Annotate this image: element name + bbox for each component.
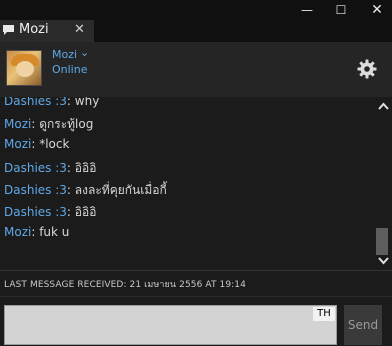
message: Mozi: ดูกระทู้log [4,115,93,134]
message-separator: : [31,137,40,151]
maximize-button[interactable]: ☐ [330,2,352,18]
avatar-face [16,61,34,77]
message: Mozi: *lock [4,137,69,151]
message: Dashies :3: อิอิอิ [4,159,96,178]
message-separator: : [66,205,75,219]
message: Dashies :3: ลงละที่คุยกันเมื่อกี้ [4,181,167,200]
message-author: Mozi [4,137,32,151]
minimize-button[interactable]: — [296,2,318,18]
message-text: fuk u [39,225,70,239]
tab-mozi[interactable]: Mozi ✕ [0,20,94,42]
message-author: Mozi [4,117,32,131]
title-bar: — ☐ ✕ [0,0,392,20]
tab-close-button[interactable]: ✕ [74,22,85,37]
avatar[interactable] [6,50,42,86]
scrollbar-thumb[interactable] [376,228,388,255]
gear-icon[interactable] [357,59,377,79]
chat-bubble-icon [3,25,14,35]
contact-name[interactable]: Mozi [52,48,77,61]
close-window-button[interactable]: ✕ [366,2,388,18]
message: Mozi: fuk u [4,225,69,239]
tab-label: Mozi [19,22,49,37]
message: Dashies :3: why [4,97,99,108]
message-separator: : [66,161,75,175]
message-separator: : [66,97,75,108]
chevron-down-icon[interactable]: ⌄ [80,46,89,59]
send-button[interactable]: Send [344,305,382,345]
scroll-up-icon[interactable] [378,101,389,111]
message-author: Dashies :3 [4,205,67,219]
message-author: Dashies :3 [4,183,67,197]
message-scrollbar[interactable] [375,97,392,270]
divider [0,270,392,271]
message-separator: : [66,183,75,197]
message-text: อิอิอิ [74,205,97,219]
message: Dashies :3: อิอิอิ [4,203,96,222]
message-author: Dashies :3 [4,97,67,108]
message-author: Dashies :3 [4,161,67,175]
message-text: why [74,97,100,108]
message-text: ลงละที่คุยกันเมื่อกี้ [74,183,167,197]
scroll-down-icon[interactable] [378,256,389,266]
composer-area: TH Send [0,296,392,346]
contact-status: Online [52,63,88,76]
message-text: อิอิอิ [74,161,97,175]
message-author: Mozi [4,225,32,239]
tab-strip: Mozi ✕ [0,20,392,42]
message-separator: : [31,225,40,239]
input-language-indicator: TH [313,307,335,321]
message-input[interactable] [4,305,337,345]
message-separator: : [31,117,40,131]
message-text: *lock [39,137,70,151]
message-list[interactable]: Dashies :3: why Mozi: ดูกระทู้log Mozi: … [0,97,375,265]
last-message-received: LAST MESSAGE RECEIVED: 21 เมษายน 2556 AT… [4,280,246,290]
message-text: ดูกระทู้log [39,117,94,131]
contact-header: Mozi ⌄ Online [0,42,392,97]
